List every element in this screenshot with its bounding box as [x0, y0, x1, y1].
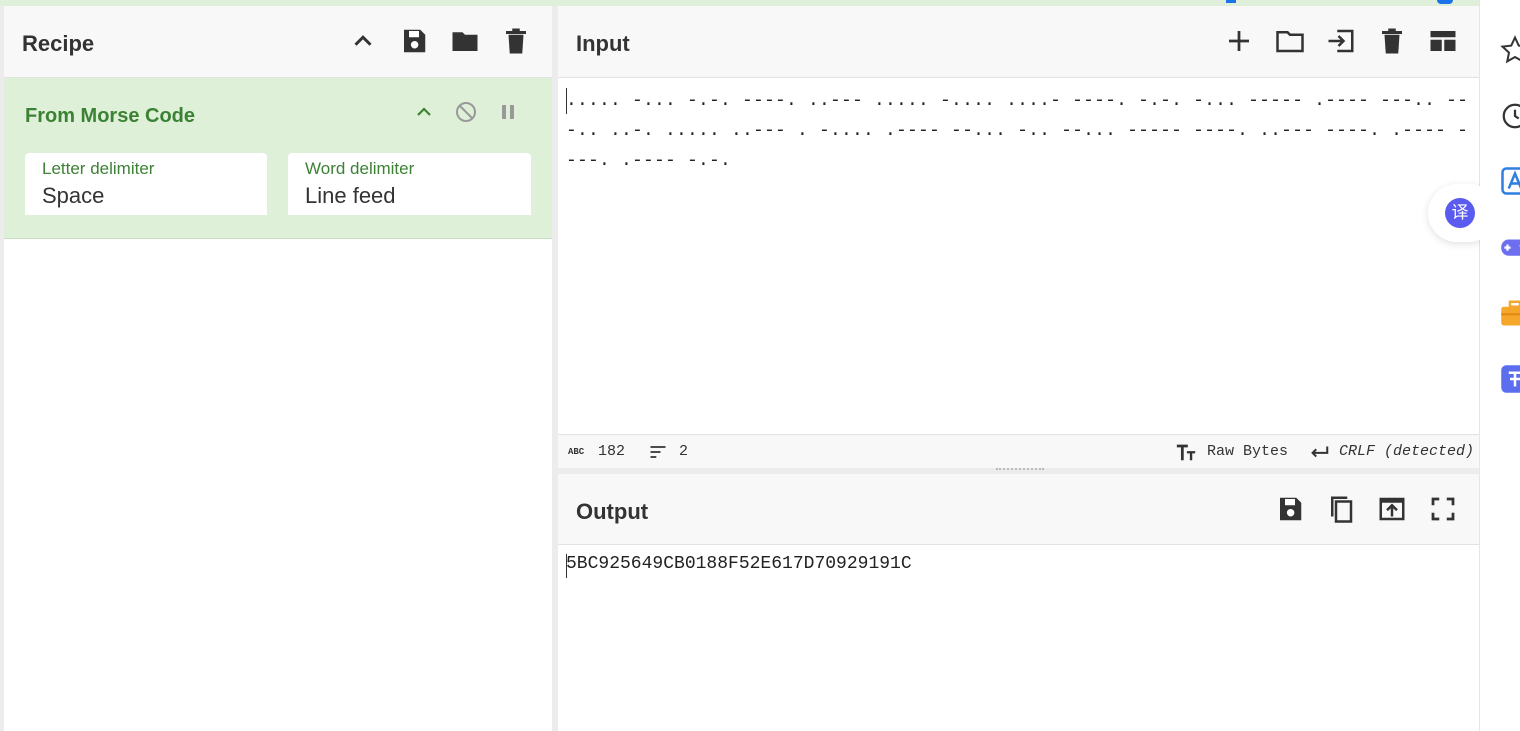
- recipe-title: Recipe: [22, 31, 95, 56]
- lines-icon: [648, 442, 668, 467]
- input-textarea[interactable]: ..... -... -.-. ----. ..--- ..... -.... …: [566, 86, 1471, 176]
- recipe-pane: Recipe From Morse Code Letter delimiter …: [4, 6, 552, 731]
- letter-delimiter-value[interactable]: Space: [42, 183, 104, 209]
- translate-icon[interactable]: [1500, 364, 1520, 394]
- output-pane: Output 5BC925649CB0188F52E617D70929191C: [558, 474, 1479, 731]
- save-icon[interactable]: [1275, 494, 1305, 524]
- game-controller-icon[interactable]: [1500, 232, 1520, 262]
- input-length: 182: [598, 443, 626, 460]
- operation-name: From Morse Code: [25, 105, 196, 127]
- splitter-grip[interactable]: [996, 468, 1044, 472]
- browser-accent: [1437, 0, 1453, 4]
- input-pane: Input ..... -... -.-. ----. ..--- ..... …: [558, 6, 1479, 469]
- chevron-up-icon[interactable]: [412, 100, 436, 124]
- letter-delimiter-field[interactable]: Letter delimiter Space: [25, 153, 267, 215]
- eol-icon[interactable]: [1308, 441, 1330, 468]
- input-lines: 2: [679, 443, 689, 460]
- input-title: Input: [576, 31, 630, 56]
- add-icon[interactable]: [1224, 26, 1254, 56]
- folder-icon[interactable]: [450, 26, 480, 56]
- input-status-bar: ABC 182 2 Raw Bytes CRLF (detected): [558, 434, 1479, 469]
- chevron-up-icon[interactable]: [348, 26, 378, 56]
- open-file-icon[interactable]: [1326, 26, 1356, 56]
- trash-icon[interactable]: [1377, 26, 1407, 56]
- recipe-header: Recipe: [4, 6, 552, 78]
- output-header: Output: [558, 474, 1479, 545]
- save-icon[interactable]: [399, 26, 429, 56]
- toolbox-icon[interactable]: [1500, 298, 1520, 328]
- word-delimiter-label: Word delimiter: [305, 159, 415, 178]
- browser-side-panel: [1480, 0, 1520, 731]
- translate-icon: 译: [1445, 198, 1475, 228]
- pause-icon[interactable]: [496, 100, 520, 124]
- word-delimiter-value[interactable]: Line feed: [305, 183, 396, 209]
- history-icon[interactable]: [1500, 101, 1520, 131]
- input-header: Input: [558, 6, 1479, 78]
- charset-label[interactable]: Raw Bytes: [1207, 443, 1288, 460]
- layout-icon[interactable]: [1428, 26, 1458, 56]
- replace-input-icon[interactable]: [1377, 494, 1407, 524]
- letter-delimiter-label: Letter delimiter: [42, 159, 155, 178]
- length-icon: ABC: [568, 447, 585, 457]
- operation-from-morse-code[interactable]: From Morse Code Letter delimiter Space W…: [4, 78, 552, 239]
- text-format-icon[interactable]: [1175, 441, 1197, 468]
- favorite-star-icon[interactable]: [1500, 35, 1520, 65]
- copy-icon[interactable]: [1326, 494, 1356, 524]
- maximize-icon[interactable]: [1428, 494, 1458, 524]
- trash-icon[interactable]: [501, 26, 531, 56]
- font-translate-icon[interactable]: [1500, 166, 1520, 196]
- eol-label[interactable]: CRLF (detected): [1339, 443, 1474, 460]
- word-delimiter-field[interactable]: Word delimiter Line feed: [288, 153, 531, 215]
- browser-accent: [1226, 0, 1236, 3]
- output-text[interactable]: 5BC925649CB0188F52E617D70929191C: [566, 554, 912, 574]
- output-title: Output: [576, 499, 649, 524]
- open-folder-icon[interactable]: [1275, 26, 1305, 56]
- disable-icon[interactable]: [454, 100, 478, 124]
